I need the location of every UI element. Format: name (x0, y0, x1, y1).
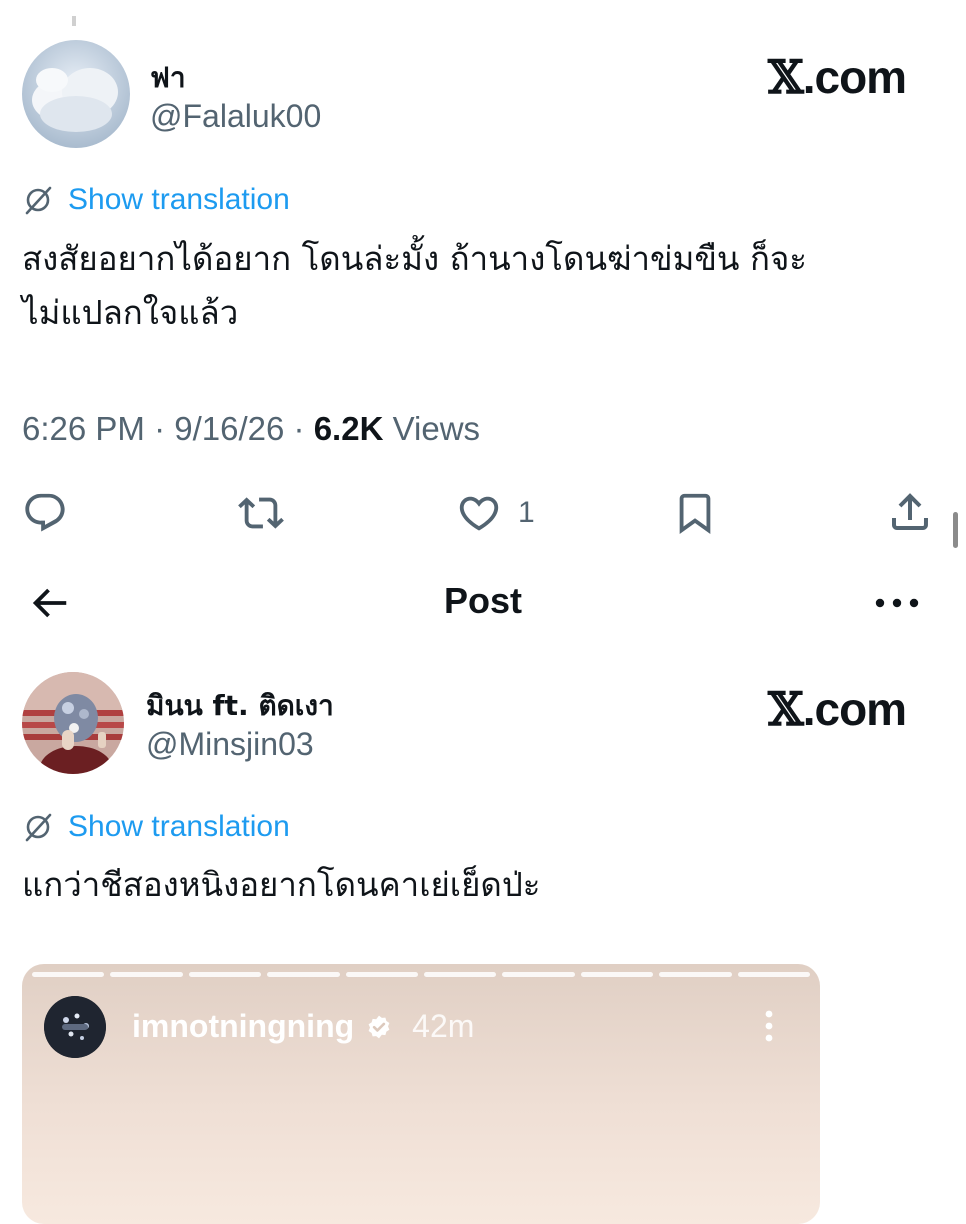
story-progress-segment (345, 972, 419, 977)
story-progress-segment (267, 972, 340, 977)
page-title: Post (443, 580, 522, 621)
meta-separator: · (293, 410, 314, 447)
kebab-icon (765, 1010, 773, 1042)
tweet-text-line-2: ไม่แปลกใจแล้ว (22, 293, 239, 332)
tweet-time[interactable]: 6:26 PM (22, 410, 145, 447)
share-icon (892, 493, 928, 530)
story-media[interactable]: imnotningning 42m (22, 964, 820, 1224)
retweet-icon (238, 497, 284, 529)
reply-button[interactable] (22, 490, 68, 536)
story-avatar-image (44, 996, 106, 1058)
show-translation-link[interactable]: Show translation (22, 810, 290, 844)
user-handle[interactable]: @Falaluk00 (150, 98, 321, 135)
story-progress-segment (424, 972, 497, 977)
story-menu-button[interactable] (762, 1008, 776, 1049)
x-logo-icon: 𝕏 (768, 50, 804, 104)
views-label: Views (392, 410, 481, 447)
tweet-text: สงสัยอยากได้อยาก โดนล่ะมั้ง ถ้านางโดนฆ่า… (22, 232, 952, 340)
like-button[interactable]: 1 (454, 490, 535, 536)
views-count: 6.2K (313, 410, 384, 447)
bookmark-button[interactable] (672, 490, 718, 536)
show-translation-label: Show translation (68, 810, 290, 843)
avatar[interactable] (22, 40, 130, 148)
top-dot (72, 16, 76, 26)
story-progress-segment (188, 972, 262, 977)
more-icon (875, 598, 919, 608)
share-button[interactable] (886, 488, 934, 536)
x-logo-icon: 𝕏 (768, 682, 804, 736)
more-button[interactable] (872, 588, 922, 623)
bookmark-icon (679, 493, 711, 534)
story-progress-segment (110, 972, 183, 977)
show-translation-label: Show translation (68, 183, 290, 216)
display-name[interactable]: มินน ft. ติดเงา (146, 684, 334, 728)
story-progress-segment (32, 972, 105, 977)
tweet-text-line-1: สงสัยอยากได้อยาก โดนล่ะมั้ง ถ้านางโดนฆ่า… (22, 239, 808, 278)
profile-avatar-image (22, 672, 124, 774)
reply-icon (25, 493, 65, 532)
story-progress-segment (659, 972, 732, 977)
like-count: 1 (518, 496, 535, 529)
tweet-meta: 6:26 PM · 9/16/26 · 6.2K Views (22, 410, 480, 448)
x-com-brand: 𝕏.com (768, 682, 907, 736)
scrollbar[interactable] (953, 512, 958, 548)
display-name[interactable]: ฟา (150, 56, 186, 100)
user-handle[interactable]: @Minsjin03 (146, 726, 314, 763)
story-progress-segment (737, 972, 811, 977)
story-progress-segment (580, 972, 654, 977)
story-progress-segment (502, 972, 575, 977)
tweet-text: แกว่าชีสองหนิงอยากโดนคาเย่เย็ดป่ะ (22, 865, 541, 904)
story-avatar[interactable] (44, 996, 106, 1058)
verified-icon (368, 1015, 390, 1038)
heart-icon (459, 496, 499, 531)
story-header: imnotningning 42m (132, 1008, 474, 1045)
story-age: 42m (412, 1008, 475, 1044)
meta-separator: · (154, 410, 175, 447)
retweet-button[interactable] (236, 490, 286, 536)
show-translation-link[interactable]: Show translation (22, 183, 290, 217)
cloud-avatar-image (22, 40, 130, 148)
x-com-brand: 𝕏.com (768, 50, 907, 104)
tweet-date[interactable]: 9/16/26 (174, 410, 284, 447)
translate-icon (25, 186, 52, 215)
story-username[interactable]: imnotningning (132, 1008, 354, 1045)
translate-icon (25, 813, 52, 842)
avatar[interactable] (22, 672, 124, 774)
story-progress-bar (32, 972, 811, 977)
